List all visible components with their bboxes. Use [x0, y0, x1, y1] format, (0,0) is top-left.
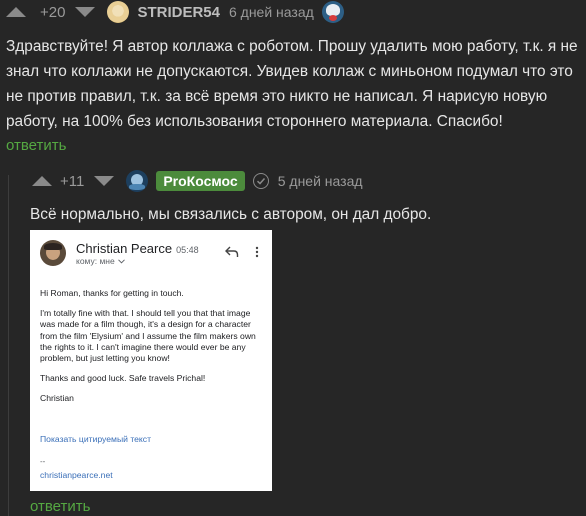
comment-text: Всё нормально, мы связались с автором, о… — [30, 206, 432, 223]
downvote-icon[interactable] — [75, 7, 96, 17]
username-badge[interactable]: ProКосмос — [156, 171, 245, 191]
reply-link[interactable]: ответить — [30, 498, 90, 515]
email-recipient: кому: мне — [76, 256, 115, 266]
verified-check-icon — [252, 173, 269, 189]
email-paragraph: Thanks and good luck. Safe travels Prich… — [40, 373, 206, 384]
signature-separator: -- — [40, 457, 46, 466]
comment-date[interactable]: 6 дней назад — [229, 4, 314, 20]
comment-date[interactable]: 5 дней назад — [278, 173, 363, 189]
email-paragraph: I'm totally fine with that. I should tel… — [40, 308, 256, 364]
signature-link: christianpearce.net — [40, 470, 113, 480]
thread-collapse-line[interactable] — [8, 175, 9, 516]
chevron-down-icon — [117, 258, 125, 264]
comment-header: +11 ProКосмос 5 дней назад — [32, 170, 363, 192]
email-body: Hi Roman, thanks for getting in touch. I… — [40, 288, 262, 414]
comment-header: +20 STRIDER54 6 дней назад — [6, 1, 344, 23]
email-paragraph: Hi Roman, thanks for getting in touch. — [40, 288, 184, 298]
email-sender: Christian Pearce — [76, 241, 173, 256]
reply-arrow-icon — [225, 246, 239, 257]
upvote-icon[interactable] — [32, 176, 52, 186]
email-screenshot: Christian Pearce 05:48 кому: мне Hi Roma… — [30, 230, 272, 491]
upvote-icon[interactable] — [6, 7, 26, 17]
email-paragraph: Christian — [40, 393, 74, 404]
show-quoted-link: Показать цитируемый текст — [40, 434, 152, 444]
reply-link[interactable]: ответить — [6, 137, 66, 154]
comment-rating: +11 — [60, 172, 85, 190]
comment-text: Здравствуйте! Я автор коллажа с роботом.… — [6, 38, 578, 130]
more-vert-icon — [255, 246, 259, 258]
username[interactable]: STRIDER54 — [137, 4, 220, 21]
award-icon — [321, 1, 344, 23]
comment-rating: +20 — [40, 3, 66, 21]
email-time: 05:48 — [176, 245, 199, 255]
sender-avatar — [40, 240, 66, 266]
downvote-icon[interactable] — [94, 176, 115, 186]
avatar[interactable] — [107, 1, 130, 23]
avatar[interactable] — [126, 170, 149, 192]
